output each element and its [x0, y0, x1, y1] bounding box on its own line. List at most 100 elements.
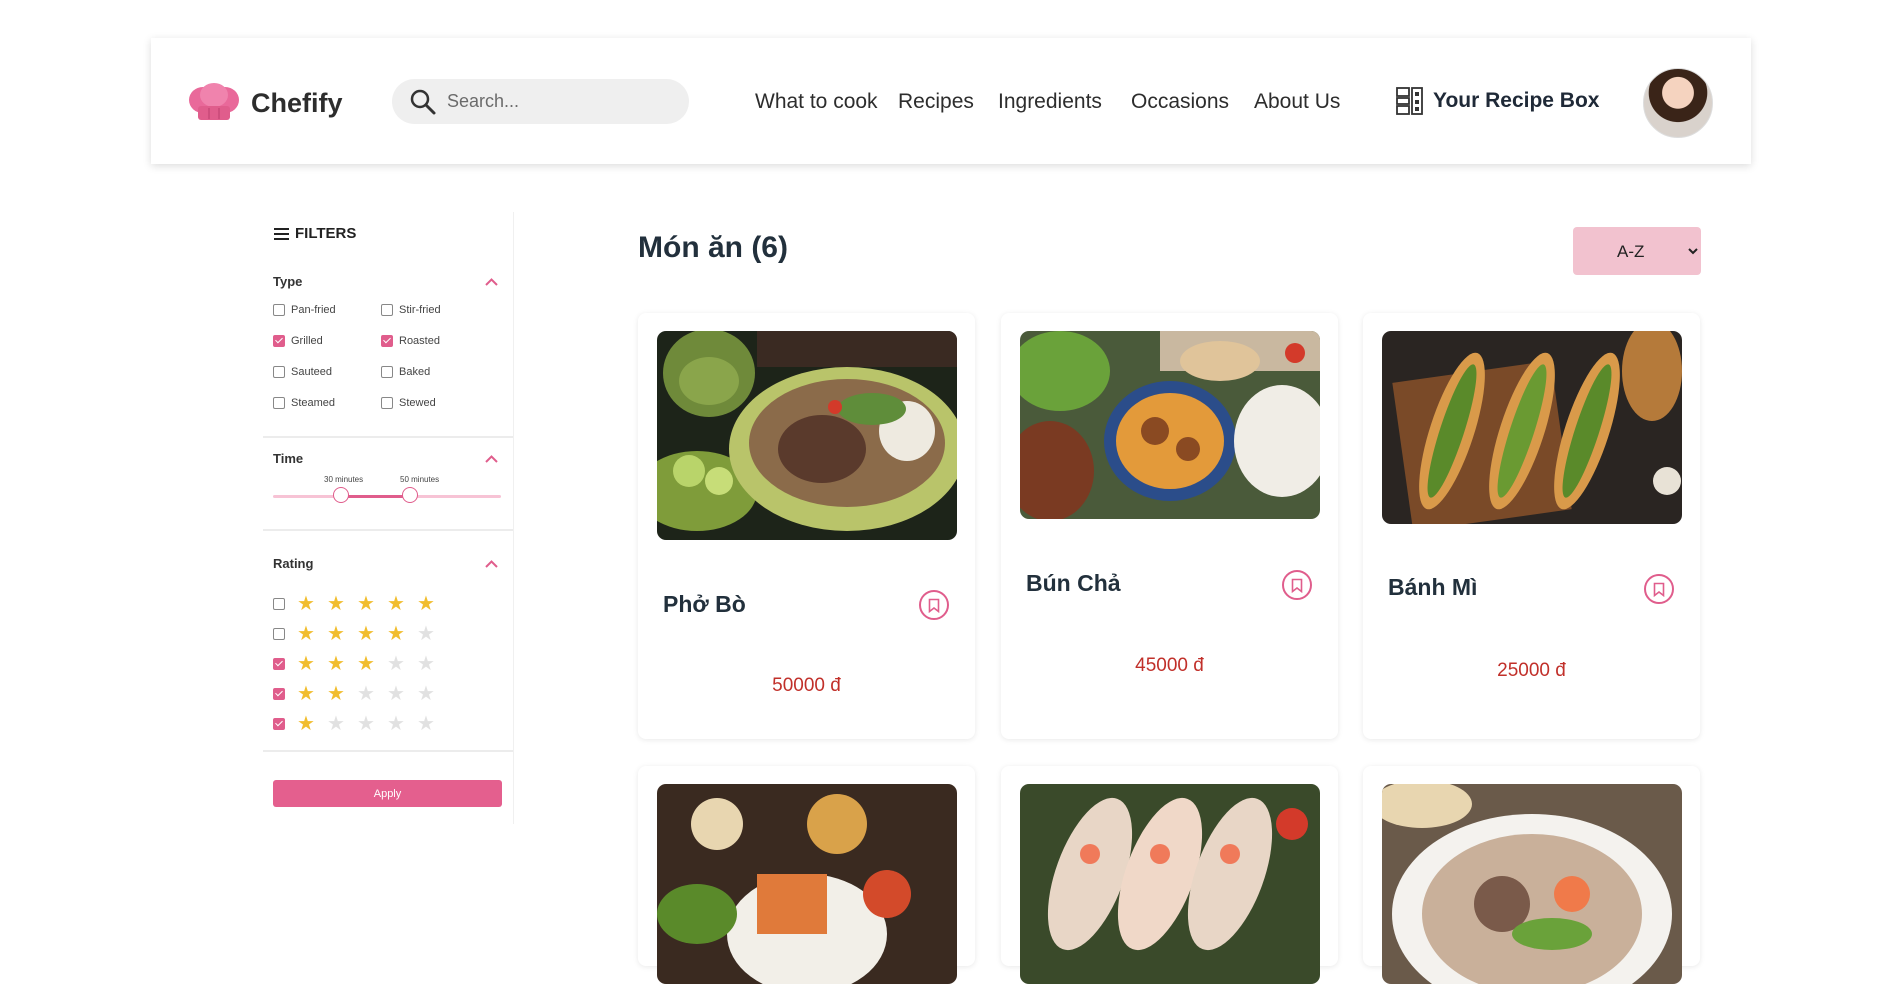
type-checkbox[interactable] [381, 335, 393, 347]
bookmark-button[interactable] [1644, 574, 1674, 604]
chevron-up-icon[interactable] [484, 454, 499, 464]
filters-title: FILTERS [295, 225, 357, 242]
menu-icon [274, 227, 289, 240]
recipe-name: Bánh Mì [1388, 574, 1478, 600]
type-option-grilled[interactable]: Grilled [273, 335, 323, 347]
bookmark-button[interactable] [919, 590, 949, 620]
recipe-card[interactable] [638, 766, 975, 984]
page-title: Món ăn (6) [638, 231, 788, 264]
type-checkbox[interactable] [273, 397, 285, 409]
type-option-sauteed[interactable]: Sauteed [273, 366, 332, 378]
time-slider-track[interactable] [273, 487, 501, 503]
type-option-stir-fried[interactable]: Stir-fried [381, 304, 441, 316]
recipe-image[interactable] [1020, 784, 1320, 984]
filters-panel: FILTERS Type Pan-fried Stir-fried Grille… [263, 212, 514, 824]
rating-option[interactable]: ★ ★ ★ ★ ★ [273, 714, 441, 734]
recipe-card[interactable] [1363, 766, 1700, 984]
divider [263, 529, 513, 531]
rating-checkbox[interactable] [273, 598, 285, 610]
chevron-up-icon[interactable] [484, 277, 499, 287]
type-section-title: Type [273, 274, 303, 289]
chef-hat-icon [189, 83, 239, 120]
star-icon: ★ [417, 653, 435, 675]
recipe-image[interactable] [657, 331, 957, 540]
type-option-stewed[interactable]: Stewed [381, 397, 436, 409]
recipe-card[interactable]: Phở Bò 50000 đ [638, 313, 975, 739]
recipe-image[interactable] [1382, 784, 1682, 984]
nav-what-to-cook[interactable]: What to cook [755, 90, 878, 114]
recipe-card[interactable]: Bún Chả 45000 đ [1001, 313, 1338, 739]
rating-checkbox[interactable] [273, 718, 285, 730]
recipe-price: 50000 đ [772, 675, 841, 696]
top-header: Chefify What to cook Recipes Ingredients… [151, 38, 1751, 164]
search-bar[interactable] [392, 79, 689, 124]
rating-checkbox[interactable] [273, 658, 285, 670]
nav-recipes[interactable]: Recipes [898, 90, 974, 114]
rating-checkbox[interactable] [273, 628, 285, 640]
search-icon [410, 89, 436, 114]
rating-section-title: Rating [273, 556, 314, 571]
rating-option[interactable]: ★ ★ ★ ★ ★ [273, 684, 441, 704]
recipe-image[interactable] [1382, 331, 1682, 524]
star-icon: ★ [327, 653, 345, 675]
star-icon: ★ [327, 593, 345, 615]
nav-occasions[interactable]: Occasions [1131, 90, 1229, 114]
star-icon: ★ [297, 653, 315, 675]
recipe-image[interactable] [657, 784, 957, 984]
star-icon: ★ [297, 593, 315, 615]
star-icon: ★ [297, 623, 315, 645]
bookmark-icon [1653, 582, 1665, 597]
nav-about-us[interactable]: About Us [1254, 90, 1340, 114]
star-icon: ★ [417, 683, 435, 705]
recipe-name: Phở Bò [663, 591, 746, 617]
type-checkbox[interactable] [273, 304, 285, 316]
type-checkbox[interactable] [273, 335, 285, 347]
sort-select[interactable]: A-Z [1573, 227, 1701, 275]
brand-logo[interactable]: Chefify [187, 82, 343, 124]
star-icon: ★ [387, 623, 405, 645]
time-slider-min-handle[interactable] [333, 487, 350, 503]
rating-checkbox[interactable] [273, 688, 285, 700]
recipe-price: 25000 đ [1497, 660, 1566, 681]
recipe-name: Bún Chả [1026, 570, 1121, 596]
recipe-box-label: Your Recipe Box [1433, 89, 1600, 112]
bookmark-icon [1291, 578, 1303, 593]
bookmark-icon [928, 598, 940, 613]
star-icon: ★ [387, 713, 405, 735]
recipe-card[interactable]: Bánh Mì 25000 đ [1363, 313, 1700, 739]
star-icon: ★ [357, 713, 375, 735]
star-icon: ★ [327, 713, 345, 735]
type-checkbox[interactable] [381, 304, 393, 316]
type-checkbox[interactable] [381, 397, 393, 409]
divider [263, 436, 513, 438]
chevron-up-icon[interactable] [484, 559, 499, 569]
time-min-label: 30 minutes [324, 475, 364, 484]
type-option-pan-fried[interactable]: Pan-fried [273, 304, 336, 316]
type-option-roasted[interactable]: Roasted [381, 335, 440, 347]
brand-name: Chefify [251, 87, 343, 118]
type-option-steamed[interactable]: Steamed [273, 397, 335, 409]
star-icon: ★ [417, 713, 435, 735]
star-icon: ★ [357, 653, 375, 675]
time-slider-max-handle[interactable] [401, 487, 418, 503]
recipe-card[interactable] [1001, 766, 1338, 984]
bookmark-button[interactable] [1282, 570, 1312, 600]
search-input[interactable] [445, 90, 669, 113]
user-avatar[interactable] [1643, 68, 1713, 138]
recipe-image[interactable] [1020, 331, 1320, 519]
star-icon: ★ [387, 593, 405, 615]
recipe-price: 45000 đ [1135, 655, 1204, 676]
star-icon: ★ [297, 683, 315, 705]
rating-option[interactable]: ★ ★ ★ ★ ★ [273, 594, 441, 614]
time-slider-range [341, 495, 410, 498]
type-checkbox[interactable] [381, 366, 393, 378]
type-option-baked[interactable]: Baked [381, 366, 430, 378]
nav-ingredients[interactable]: Ingredients [998, 90, 1102, 114]
recipe-box-link[interactable]: Your Recipe Box [1395, 86, 1599, 116]
star-icon: ★ [387, 653, 405, 675]
star-icon: ★ [417, 623, 435, 645]
rating-option[interactable]: ★ ★ ★ ★ ★ [273, 654, 441, 674]
rating-option[interactable]: ★ ★ ★ ★ ★ [273, 624, 441, 644]
apply-button[interactable]: Apply [273, 780, 502, 807]
type-checkbox[interactable] [273, 366, 285, 378]
